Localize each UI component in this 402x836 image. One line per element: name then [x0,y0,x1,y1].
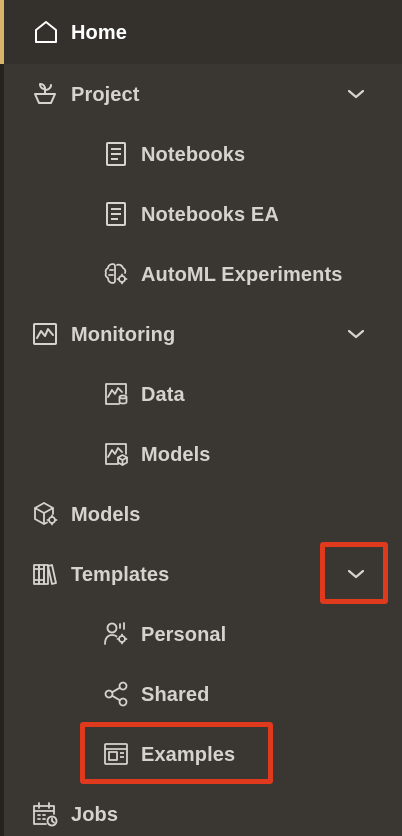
sidebar-item-label: Models [71,504,141,526]
calendar-clock-icon [32,801,58,827]
home-icon [33,19,59,45]
sidebar-item-label: Jobs [71,804,119,826]
sidebar-item-label: Data [141,384,185,406]
sidebar-item-label: Monitoring [71,324,176,346]
sidebar-item-label: Templates [71,564,170,586]
chart-database-icon [103,381,129,407]
person-gear-icon [103,621,129,647]
sidebar-item-label: Notebooks EA [141,204,279,226]
sidebar-item-personal[interactable]: Personal [4,604,402,664]
sidebar-item-label: Project [71,84,140,106]
sidebar-item-label: Notebooks [141,144,246,166]
sidebar-item-monitoring-models[interactable]: Models [4,424,402,484]
share-icon [103,681,129,707]
sidebar-item-monitoring[interactable]: Monitoring [4,304,402,364]
sidebar-item-examples[interactable]: Examples [4,724,402,784]
sidebar-item-label: Examples [141,744,236,766]
sidebar-item-jobs[interactable]: Jobs [4,784,402,836]
chevron-down-icon[interactable] [344,82,368,106]
notebook-icon [103,201,129,227]
sidebar-item-home[interactable]: Home [4,0,402,64]
sidebar-item-label: Models [141,444,211,466]
library-icon [32,561,58,587]
sidebar-item-models[interactable]: Models [4,484,402,544]
sidebar-item-shared[interactable]: Shared [4,664,402,724]
sidebar-panel: Home Project Notebooks Notebooks EA Auto… [0,0,402,836]
sidebar-item-automl-experiments[interactable]: AutoML Experiments [4,244,402,304]
sidebar-item-label: Home [71,22,127,44]
brain-gear-icon [103,261,129,287]
chevron-down-icon[interactable] [344,322,368,346]
sidebar-item-project[interactable]: Project [4,64,402,124]
sidebar-item-label: Personal [141,624,227,646]
sidebar-nav: Home Project Notebooks Notebooks EA Auto… [4,0,402,836]
sidebar-item-label: Shared [141,684,210,706]
project-icon [32,81,58,107]
notebook-icon [103,141,129,167]
monitoring-chart-icon [32,321,58,347]
chart-cube-icon [103,441,129,467]
models-cube-icon [32,501,58,527]
template-frame-icon [103,741,129,767]
sidebar-item-templates[interactable]: Templates [4,544,402,604]
chevron-down-icon[interactable] [344,562,368,586]
sidebar-item-notebooks[interactable]: Notebooks [4,124,402,184]
sidebar-item-notebooks-ea[interactable]: Notebooks EA [4,184,402,244]
sidebar-item-label: AutoML Experiments [141,264,343,286]
sidebar-item-monitoring-data[interactable]: Data [4,364,402,424]
